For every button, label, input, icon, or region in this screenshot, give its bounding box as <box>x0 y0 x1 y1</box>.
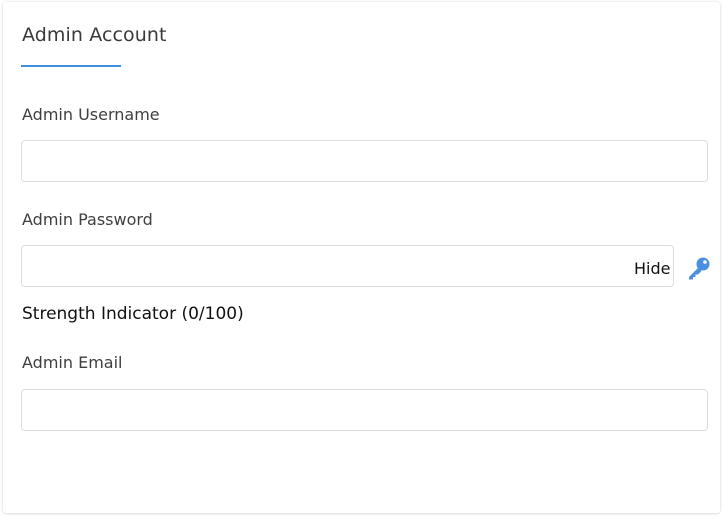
hide-password-button[interactable]: Hide <box>634 259 670 278</box>
admin-email-label: Admin Email <box>22 353 123 372</box>
admin-password-label: Admin Password <box>22 210 153 229</box>
password-strength-indicator: Strength Indicator (0/100) <box>22 304 244 324</box>
admin-username-label: Admin Username <box>22 105 160 124</box>
admin-account-card: Admin Account Admin Username Admin Passw… <box>3 2 720 513</box>
section-title: Admin Account <box>22 24 167 46</box>
key-icon <box>686 257 712 284</box>
generate-password-button[interactable] <box>686 255 712 281</box>
title-underline <box>21 65 121 67</box>
admin-password-input[interactable] <box>21 245 674 287</box>
admin-email-input[interactable] <box>21 389 708 431</box>
admin-username-input[interactable] <box>21 140 708 182</box>
